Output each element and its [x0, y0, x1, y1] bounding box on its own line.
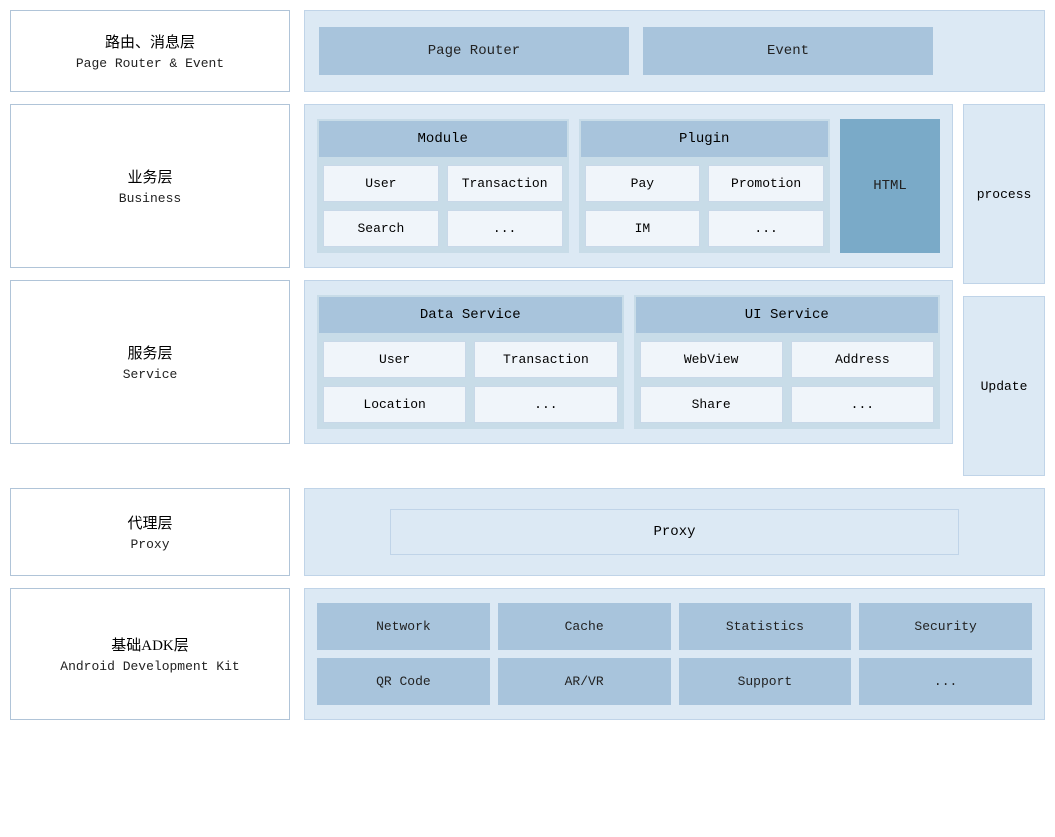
ui-cell-share: Share	[640, 386, 783, 423]
adk-dots: ...	[859, 658, 1032, 705]
ds-cell-user: User	[323, 341, 466, 378]
plugin-group: Plugin Pay Promotion IM ...	[579, 119, 831, 253]
adk-qrcode: QR Code	[317, 658, 490, 705]
data-service-header: Data Service	[319, 297, 622, 333]
row3-english: Service	[123, 367, 178, 382]
plugin-cell-promotion: Promotion	[708, 165, 824, 202]
left-label-row5: 基础ADK层 Android Development Kit	[10, 588, 290, 720]
ds-cell-location: Location	[323, 386, 466, 423]
row5-chinese: 基础ADK层	[111, 634, 189, 655]
side-column: process Update	[963, 104, 1045, 476]
row-business: 业务层 Business Module User Transaction Sea…	[10, 104, 953, 268]
service-right: Data Service User Transaction Location .…	[304, 280, 953, 444]
row1-chinese: 路由、消息层	[105, 31, 195, 52]
module-header: Module	[319, 121, 567, 157]
row-service: 服务层 Service Data Service User Transactio…	[10, 280, 953, 444]
adk-support: Support	[679, 658, 852, 705]
ui-service-header: UI Service	[636, 297, 939, 333]
ui-cell-address: Address	[791, 341, 934, 378]
ds-cell-dots: ...	[474, 386, 617, 423]
row5-english: Android Development Kit	[60, 659, 239, 674]
left-label-row3: 服务层 Service	[10, 280, 290, 444]
proxy-right: Proxy	[304, 488, 1045, 576]
adk-network: Network	[317, 603, 490, 650]
event-block: Event	[643, 27, 933, 75]
page-router-block: Page Router	[319, 27, 629, 75]
row3-chinese: 服务层	[127, 342, 172, 363]
left-label-row4: 代理层 Proxy	[10, 488, 290, 576]
plugin-header: Plugin	[581, 121, 829, 157]
module-cells: User Transaction Search ...	[319, 165, 567, 251]
html-block: HTML	[840, 119, 940, 253]
module-cell-search: Search	[323, 210, 439, 247]
row-adk: 基础ADK层 Android Development Kit Network C…	[10, 588, 1045, 720]
adk-cache: Cache	[498, 603, 671, 650]
plugin-cells: Pay Promotion IM ...	[581, 165, 829, 251]
row1-right: Page Router Event	[304, 10, 1045, 92]
business-right: Module User Transaction Search ... Plugi…	[304, 104, 953, 268]
data-service-cells: User Transaction Location ...	[319, 341, 622, 427]
adk-row2: QR Code AR/VR Support ...	[317, 658, 1032, 705]
process-block: process	[963, 104, 1045, 284]
row4-chinese: 代理层	[127, 512, 172, 533]
row4-english: Proxy	[130, 537, 169, 552]
row2-english: Business	[119, 191, 181, 206]
adk-arvr: AR/VR	[498, 658, 671, 705]
row-proxy: 代理层 Proxy Proxy	[10, 488, 1045, 576]
plugin-cell-im: IM	[585, 210, 701, 247]
data-service-group: Data Service User Transaction Location .…	[317, 295, 624, 429]
plugin-cell-pay: Pay	[585, 165, 701, 202]
adk-row1: Network Cache Statistics Security	[317, 603, 1032, 650]
module-group: Module User Transaction Search ...	[317, 119, 569, 253]
adk-statistics: Statistics	[679, 603, 852, 650]
middle-section: 业务层 Business Module User Transaction Sea…	[10, 104, 1045, 476]
ds-cell-transaction: Transaction	[474, 341, 617, 378]
proxy-block: Proxy	[390, 509, 959, 555]
main-container: 路由、消息层 Page Router & Event Page Router E…	[0, 0, 1055, 730]
plugin-cell-dots: ...	[708, 210, 824, 247]
row2-chinese: 业务层	[127, 166, 172, 187]
module-cell-transaction: Transaction	[447, 165, 563, 202]
ui-cell-webview: WebView	[640, 341, 783, 378]
update-block: Update	[963, 296, 1045, 476]
ui-cell-dots: ...	[791, 386, 934, 423]
ui-service-cells: WebView Address Share ...	[636, 341, 939, 427]
adk-security: Security	[859, 603, 1032, 650]
module-cell-dots: ...	[447, 210, 563, 247]
left-label-row2: 业务层 Business	[10, 104, 290, 268]
module-cell-user: User	[323, 165, 439, 202]
adk-right: Network Cache Statistics Security QR Cod…	[304, 588, 1045, 720]
left-label-row1: 路由、消息层 Page Router & Event	[10, 10, 290, 92]
row-page-router: 路由、消息层 Page Router & Event Page Router E…	[10, 10, 1045, 92]
ui-service-group: UI Service WebView Address Share ...	[634, 295, 941, 429]
row1-english: Page Router & Event	[76, 56, 224, 71]
middle-main: 业务层 Business Module User Transaction Sea…	[10, 104, 953, 476]
